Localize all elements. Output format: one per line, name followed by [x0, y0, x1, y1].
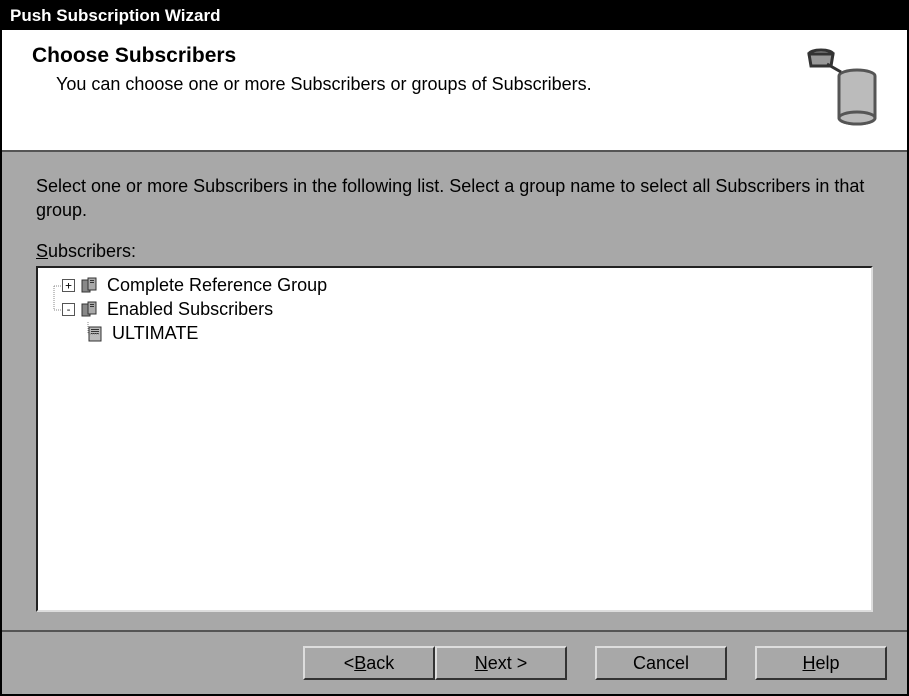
- cancel-label: Cancel: [633, 653, 689, 674]
- server-group-icon: [81, 277, 101, 295]
- tree-node-complete-reference-group[interactable]: + Complete Reference Group: [46, 274, 863, 298]
- subscribers-label: Subscribers:: [36, 241, 873, 262]
- body-panel: Select one or more Subscribers in the fo…: [2, 152, 907, 630]
- button-bar: < Back Next > Cancel Help: [2, 630, 907, 694]
- tree-connector: [68, 322, 84, 346]
- collapse-icon[interactable]: -: [62, 303, 75, 316]
- button-gap: [567, 646, 595, 680]
- next-hotkey: N: [475, 653, 488, 674]
- header-text: Choose Subscribers You can choose one or…: [32, 44, 795, 95]
- tree-connector: [46, 298, 62, 322]
- page-subtitle: You can choose one or more Subscribers o…: [56, 74, 795, 95]
- instruction-text: Select one or more Subscribers in the fo…: [36, 174, 873, 223]
- back-rest: ack: [366, 653, 394, 674]
- back-button[interactable]: < Back: [303, 646, 435, 680]
- titlebar: Push Subscription Wizard: [2, 2, 907, 30]
- server-group-icon: [81, 301, 101, 319]
- header-panel: Choose Subscribers You can choose one or…: [2, 30, 907, 152]
- cancel-button[interactable]: Cancel: [595, 646, 727, 680]
- button-gap: [727, 646, 755, 680]
- tree-node-enabled-subscribers[interactable]: - Enabled Subscribers: [46, 298, 863, 322]
- help-hotkey: H: [802, 653, 815, 674]
- expand-icon[interactable]: +: [62, 279, 75, 292]
- back-hotkey: B: [354, 653, 366, 674]
- tree-connector: [46, 274, 62, 298]
- tree-node-label: Enabled Subscribers: [105, 299, 275, 320]
- subscribers-label-hotkey: S: [36, 241, 48, 261]
- back-prefix: <: [344, 653, 355, 674]
- subscribers-tree[interactable]: + Complete Reference Group - Enabled Sub…: [36, 266, 873, 612]
- page-title: Choose Subscribers: [32, 44, 795, 68]
- tree-node-ultimate[interactable]: ULTIMATE: [68, 322, 863, 346]
- subscribers-label-rest: ubscribers:: [48, 241, 136, 261]
- wizard-window: Push Subscription Wizard Choose Subscrib…: [0, 0, 909, 696]
- help-button[interactable]: Help: [755, 646, 887, 680]
- tree-node-label: ULTIMATE: [110, 323, 200, 344]
- next-rest: ext >: [488, 653, 528, 674]
- next-button[interactable]: Next >: [435, 646, 567, 680]
- database-trash-icon: [795, 44, 885, 130]
- help-rest: elp: [815, 653, 839, 674]
- tree-node-label: Complete Reference Group: [105, 275, 329, 296]
- window-title: Push Subscription Wizard: [10, 6, 220, 26]
- nav-button-group: < Back Next >: [303, 646, 567, 680]
